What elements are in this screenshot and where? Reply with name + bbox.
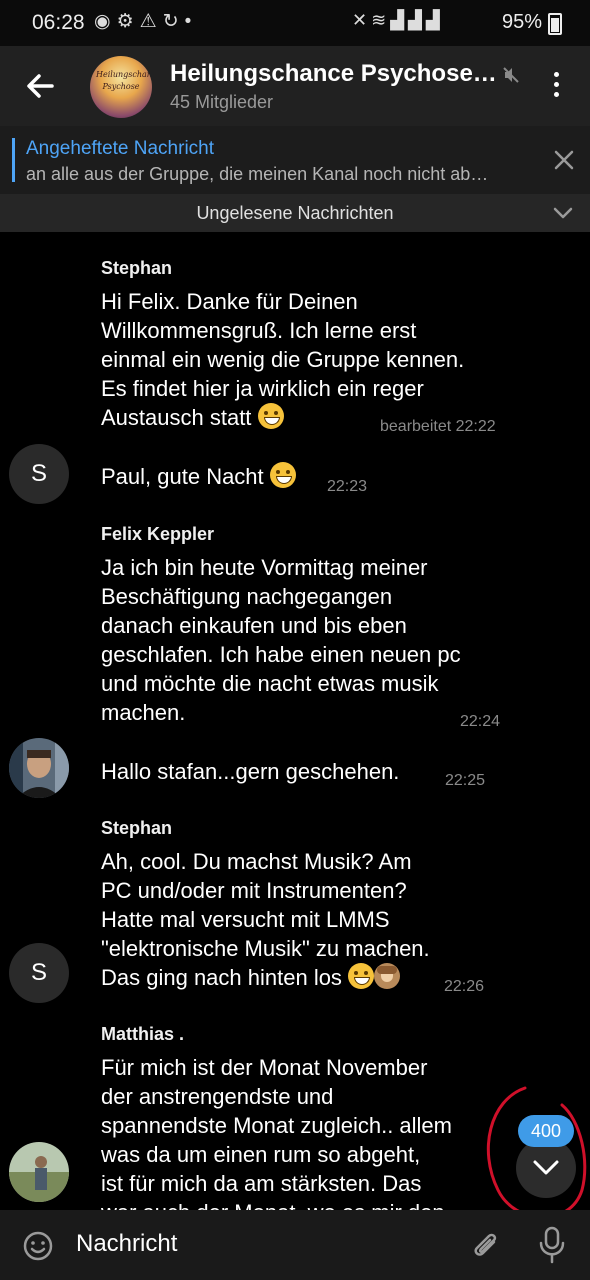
message-text: Hallo stafan...gern geschehen. [101,759,400,784]
wifi-icon: ≋ [371,10,391,30]
message-line: Hi Felix. Danke für Deinen [101,289,358,314]
paperclip-icon[interactable] [470,1228,502,1262]
scroll-to-bottom-button[interactable] [516,1138,576,1198]
signal-icon: ▟ [390,10,409,30]
message-text: Ja ich bin heute Vormittag meiner Beschä… [101,553,461,727]
chevron-down-icon[interactable] [552,204,574,222]
chat-header: Heilungschance Psychose Heilungschance P… [0,46,590,126]
avatar-logo-text: Heilungschance [96,70,152,79]
signal-icon: ▟ [425,10,444,30]
message-input-bar: Nachricht [0,1210,590,1280]
message-line: Ja ich bin heute Vormittag meiner [101,555,428,580]
message-time: 22:25 [445,772,486,789]
spotify-icon: ◉ [94,11,117,32]
message-line: geschlafen. Ich habe einen neuen pc [101,642,461,667]
laughing-emoji-icon [348,963,375,989]
avatar[interactable]: S [9,943,69,1003]
message-line: Austausch statt [101,405,252,430]
message-line: Beschäftigung nachgegangen [101,584,393,609]
message-line: Willkommensgruß. Ich lerne erst [101,318,417,343]
pinned-accent-bar [12,138,15,182]
back-arrow-icon[interactable] [22,68,58,104]
message-text: Ah, cool. Du machst Musik? Am PC und/ode… [101,847,430,992]
message-line: ist für mich da am stärksten. Das [101,1171,422,1196]
message-line: Das ging nach hinten los [101,965,342,990]
message-line: der anstrengendste und [101,1084,334,1109]
message-time: 22:26 [444,978,485,995]
grinning-emoji-icon [269,462,296,488]
more-menu-icon[interactable] [546,72,566,102]
message-sender[interactable]: Felix Keppler [101,524,214,545]
message-sender[interactable]: Stephan [101,258,172,279]
status-right-icons: ✕≋▟▟▟ [352,10,444,31]
battery-icon [548,13,562,35]
user-photo-icon [9,738,69,798]
avatar[interactable]: S [9,444,69,504]
status-bar: 06:28 ◉⚙⚠↻• ✕≋▟▟▟ 95% [0,0,590,46]
message-line: machen. [101,700,186,725]
grinning-emoji-icon [257,403,284,429]
see-no-evil-monkey-icon [374,963,401,989]
message-text: Hi Felix. Danke für Deinen Willkommensgr… [101,287,464,432]
avatar[interactable] [9,1142,69,1202]
warning-icon: ⚠ [139,11,163,32]
status-left-icons: ◉⚙⚠↻• [94,10,197,33]
mute-icon: ✕ [352,10,372,30]
message-text: Für mich ist der Monat November der anst… [101,1053,452,1210]
battery-percent: 95% [502,11,543,33]
avatar[interactable] [9,738,69,798]
unread-messages-bar: Ungelesene Nachrichten [0,194,590,232]
unread-label: Ungelesene Nachrichten [196,203,394,223]
group-avatar[interactable]: Heilungschance Psychose [90,56,152,118]
pinned-title: Angeheftete Nachricht [26,138,215,159]
message-time: 22:24 [460,713,501,730]
message-input[interactable]: Nachricht [76,1230,177,1258]
status-time: 06:28 [32,11,85,34]
dot-icon: • [184,11,198,32]
message-line: Ah, cool. Du machst Musik? Am [101,849,412,874]
message-line: einmal ein wenig die Gruppe kennen. [101,347,465,372]
message-line: spannendste Monat zugleich.. allem [101,1113,452,1138]
user-photo-icon [9,1142,69,1202]
message-line: war auch der Monat, wo es mir den [101,1198,452,1210]
message-line: Es findet hier ja wirklich ein reger [101,376,424,401]
message-sender[interactable]: Stephan [101,818,172,839]
message-time: 22:23 [327,478,368,495]
message-text: Paul, gute Nacht [101,462,296,491]
message-line: PC und/oder mit Instrumenten? [101,878,407,903]
muted-icon [503,67,519,83]
message-line: was da um einen rum so abgeht, [101,1142,421,1167]
close-icon[interactable] [552,148,576,172]
message-line: Paul, gute Nacht [101,464,264,489]
sync-icon: ↻ [162,11,185,32]
message-line: Für mich ist der Monat November [101,1055,428,1080]
message-sender[interactable]: Matthias . [101,1024,184,1045]
unread-count-badge: 400 [518,1115,574,1147]
message-line: danach einkaufen und bis eben [101,613,407,638]
message-line: "elektronische Musik" zu machen. [101,936,430,961]
message-list[interactable]: Stephan Hi Felix. Danke für Deinen Willk… [0,232,590,1210]
gear-icon: ⚙ [116,11,140,32]
avatar-logo-text: Psychose [102,82,140,91]
emoji-icon[interactable] [22,1230,54,1262]
message-line: Hatte mal versucht mit LMMS [101,907,390,932]
pinned-text: an alle aus der Gruppe, die meinen Kanal… [26,164,489,184]
pinned-message-bar[interactable]: Angeheftete Nachricht an alle aus der Gr… [0,126,590,194]
member-count: 45 Mitglieder [170,92,274,112]
group-title[interactable]: Heilungschance Psychose… [170,60,500,88]
microphone-icon[interactable] [538,1226,566,1264]
signal-icon: ▟ [408,10,426,30]
message-time: bearbeitet 22:22 [380,418,496,435]
chevron-down-icon [533,1160,559,1175]
message-line: und möchte die nacht etwas musik [101,671,439,696]
